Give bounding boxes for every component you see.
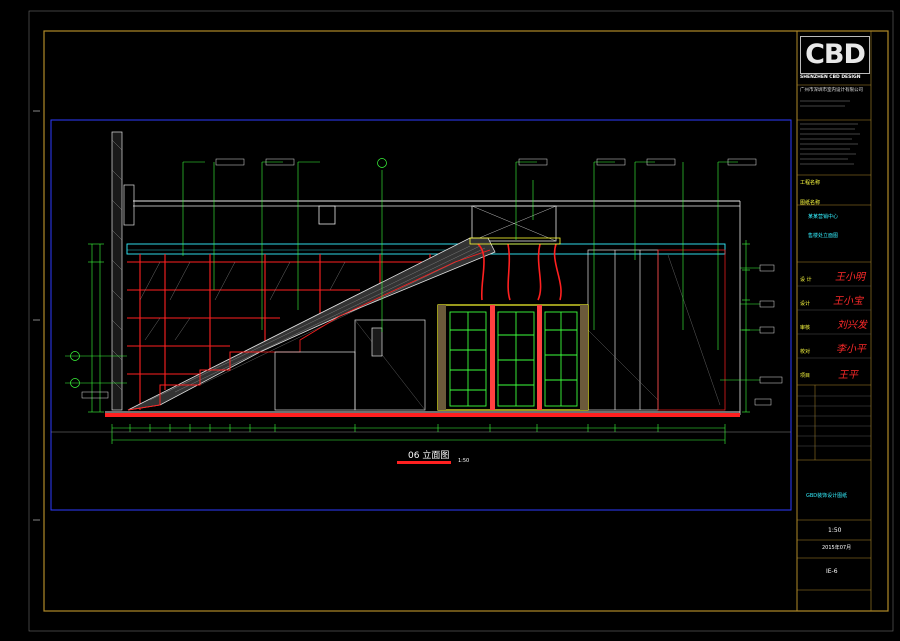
- cad-canvas: [28, 10, 894, 632]
- caption-underline: [397, 461, 451, 464]
- signature-1: 王小明: [835, 272, 865, 283]
- glass-hatch: [139, 261, 346, 341]
- date-value: 2015年07月: [822, 545, 852, 551]
- top-material-tags: [215, 158, 757, 166]
- footer-label: GBD装饰设计图纸: [806, 493, 848, 499]
- role-1: 设 计: [800, 277, 812, 283]
- role-5: 项目: [800, 373, 811, 379]
- revision-table-lines: [797, 395, 871, 447]
- drawing-name-label: 图纸名称: [800, 200, 821, 206]
- role-2: 设计: [800, 301, 811, 307]
- project-name: 某某营销中心: [808, 214, 839, 220]
- notes-lines: [800, 100, 860, 165]
- drawing-caption-scale: 1:50: [458, 458, 470, 464]
- role-3: 审核: [800, 325, 811, 331]
- company-name-en: SHENZHEN CBD DESIGN: [800, 75, 861, 80]
- signature-3: 刘兴发: [837, 320, 867, 331]
- outer-frame: [43, 30, 889, 612]
- sheet-border: [28, 10, 894, 632]
- display-shelving: [437, 304, 589, 411]
- left-wall: [111, 131, 135, 411]
- floor-line: [51, 411, 791, 433]
- drawing-number: IE-6: [826, 568, 838, 575]
- company-logo: CBD: [800, 36, 870, 74]
- ceiling-slab: [133, 200, 741, 415]
- role-4: 校对: [800, 349, 811, 355]
- company-name-cn: 广州市深圳市室内设计有限公司: [800, 88, 863, 93]
- lower-walls: [274, 249, 726, 411]
- signature-4: 李小平: [836, 344, 866, 355]
- cad-drawing-sheet: CBD SHENZHEN CBD DESIGN 广州市深圳市室内设计有限公司 工…: [0, 0, 900, 641]
- signature-2: 王小宝: [833, 296, 863, 307]
- signature-5: 王平: [838, 370, 858, 381]
- drawing-caption: 06 立面图: [408, 451, 450, 461]
- right-material-tags: [754, 264, 783, 406]
- bottom-dimensions: [111, 424, 726, 444]
- project-label: 工程名称: [800, 180, 821, 186]
- scale-value: 1:50: [828, 527, 842, 534]
- drawing-name: 售楼处立面图: [808, 233, 839, 239]
- title-block-grid: [797, 84, 871, 591]
